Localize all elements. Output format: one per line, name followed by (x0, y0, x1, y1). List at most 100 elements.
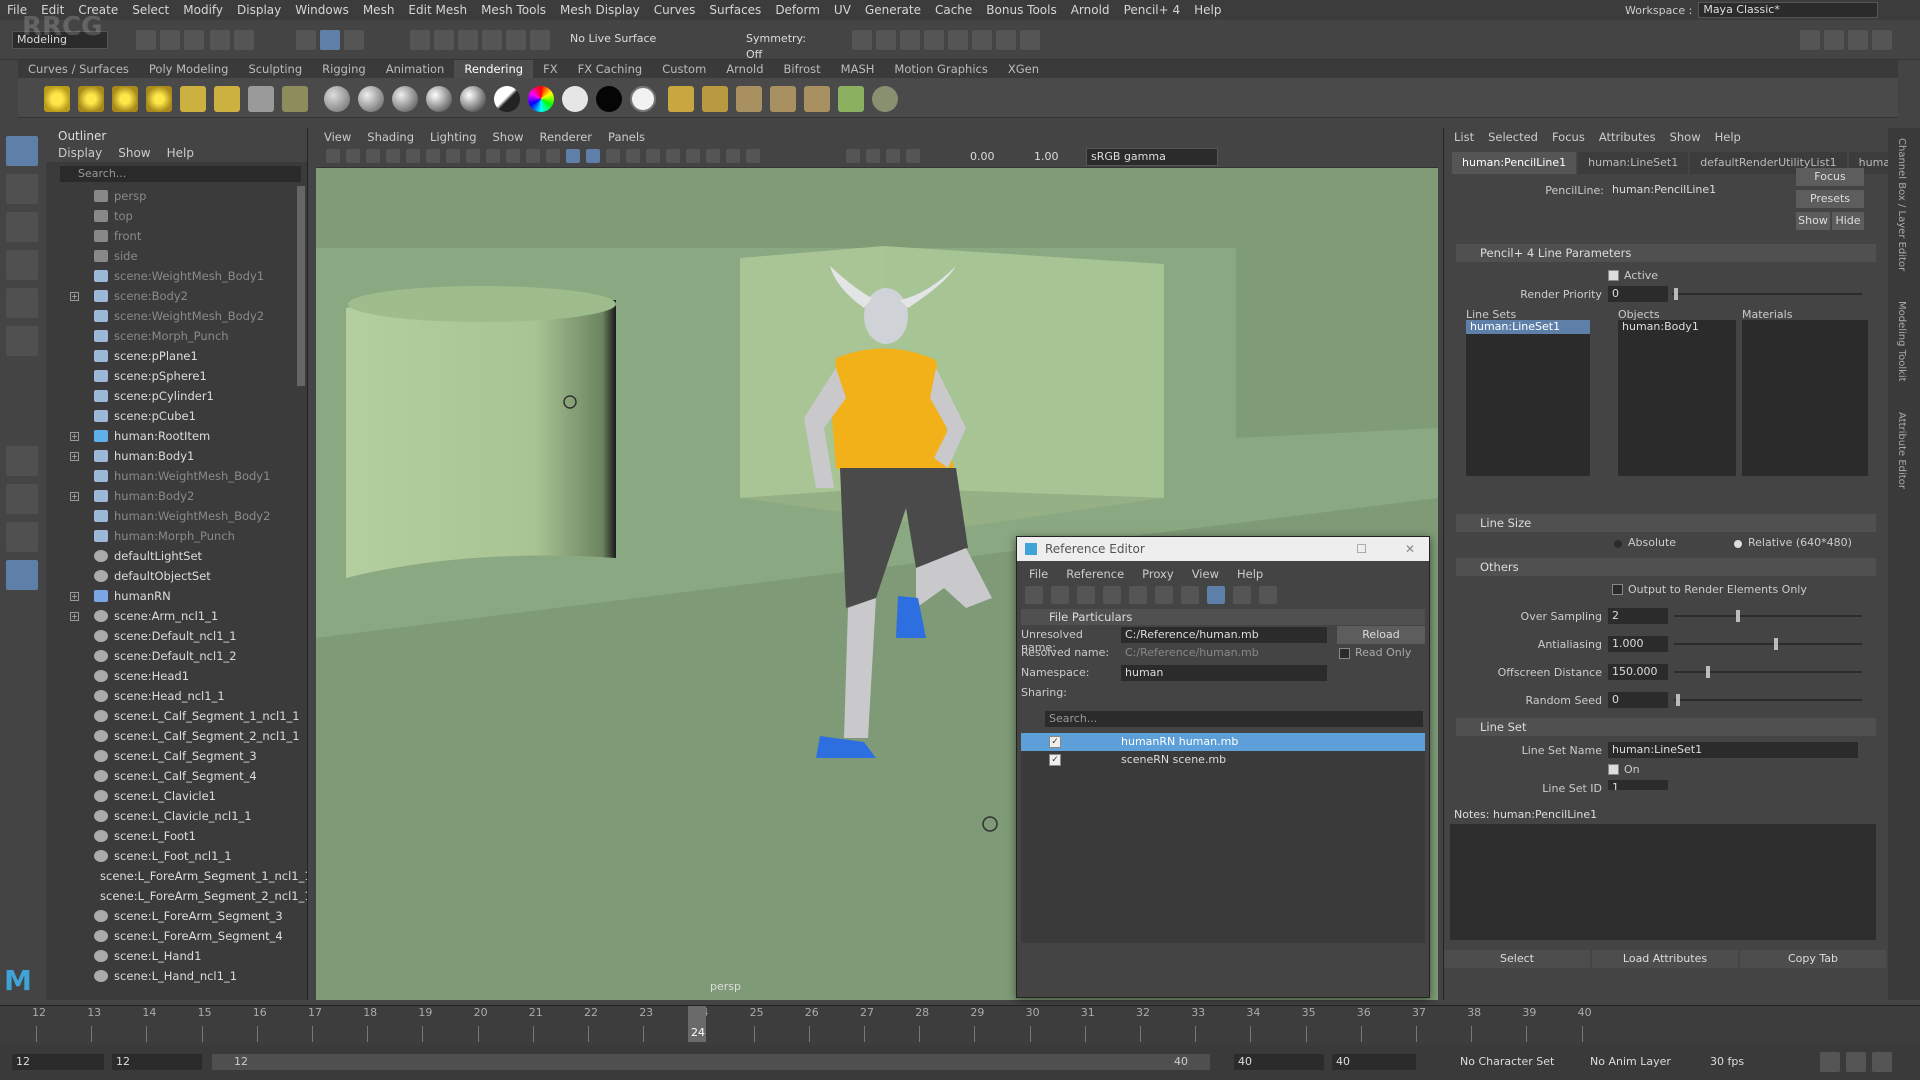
viewport-tool-icon[interactable] (626, 149, 640, 163)
point-light-icon[interactable] (112, 86, 138, 112)
attribute-toggle-icon[interactable] (1848, 30, 1868, 50)
ae-menu-list[interactable]: List (1454, 128, 1474, 146)
render-setup-icon[interactable] (972, 30, 992, 50)
list-view-icon[interactable] (1207, 586, 1225, 604)
open-scene-icon[interactable] (160, 30, 180, 50)
outliner-row[interactable]: scene:WeightMesh_Body1 (46, 266, 307, 286)
reference-loaded-checkbox[interactable]: ✓ (1049, 736, 1061, 748)
viewport-menu-panels[interactable]: Panels (600, 128, 653, 146)
viewport-tool-icon[interactable] (566, 149, 580, 163)
viewport-tool-icon[interactable] (646, 149, 660, 163)
sound-icon[interactable] (1846, 1052, 1866, 1072)
reference-row[interactable]: ✓ humanRN human.mb (1021, 733, 1425, 751)
shelf-tab-animation[interactable]: Animation (376, 60, 455, 78)
viewport-tool-icon[interactable] (486, 149, 500, 163)
viewport-tool-icon[interactable] (526, 149, 540, 163)
select-button[interactable]: Select (1444, 950, 1590, 968)
ae-menu-attributes[interactable]: Attributes (1599, 128, 1656, 146)
viewport-tool-icon[interactable] (866, 149, 880, 163)
menu-mesh-display[interactable]: Mesh Display (553, 3, 647, 17)
toolkit-toggle-icon[interactable] (1824, 30, 1844, 50)
outliner-scrollbar[interactable] (297, 186, 305, 386)
viewport-tool-icon[interactable] (366, 149, 380, 163)
outliner-row[interactable]: scene:pCylinder1 (46, 386, 307, 406)
on-checkbox[interactable] (1608, 764, 1619, 775)
shelf-tab-xgen[interactable]: XGen (998, 60, 1049, 78)
viewport-tool-icon[interactable] (726, 149, 740, 163)
outliner-row[interactable]: scene:L_Clavicle_ncl1_1 (46, 806, 307, 826)
shading-map-icon[interactable] (630, 86, 656, 112)
viewport-tool-icon[interactable] (406, 149, 420, 163)
viewport-tool-icon[interactable] (706, 149, 720, 163)
render-pass-icon[interactable] (804, 86, 830, 112)
menu-modify[interactable]: Modify (176, 3, 230, 17)
menu-arnold[interactable]: Arnold (1064, 3, 1117, 17)
ambient-light-icon[interactable] (78, 86, 104, 112)
viewport-tool-icon[interactable] (686, 149, 700, 163)
outliner-row[interactable]: scene:Default_ncl1_1 (46, 626, 307, 646)
section-line-set[interactable]: Line Set (1456, 718, 1876, 736)
load-reference-icon[interactable] (1025, 586, 1043, 604)
menu-mesh-tools[interactable]: Mesh Tools (474, 3, 553, 17)
select-tool-icon[interactable] (6, 136, 38, 166)
detail-view-icon[interactable] (1233, 586, 1251, 604)
ae-menu-help[interactable]: Help (1715, 128, 1741, 146)
side-tab[interactable]: Channel Box / Layer Editor (1896, 138, 1907, 271)
undo-icon[interactable] (210, 30, 230, 50)
menu-edit-mesh[interactable]: Edit Mesh (401, 3, 474, 17)
workspace-selector[interactable]: Workspace : Maya Classic* (1625, 2, 1900, 18)
four-view-icon[interactable] (6, 484, 38, 514)
refed-menu-file[interactable]: File (1029, 565, 1048, 583)
outliner-row[interactable]: + scene:Arm_ncl1_1 (46, 606, 307, 626)
viewport-tool-icon[interactable] (886, 149, 900, 163)
viewport-tool-icon[interactable] (466, 149, 480, 163)
oversampling-field[interactable]: 2 (1608, 608, 1668, 624)
menu-pencil-4[interactable]: Pencil+ 4 (1117, 3, 1188, 17)
viewport-tool-icon[interactable] (506, 149, 520, 163)
outliner-row[interactable]: scene:pCube1 (46, 406, 307, 426)
spot-light-icon[interactable] (146, 86, 172, 112)
viewport-menu-shading[interactable]: Shading (359, 128, 422, 146)
menu-deform[interactable]: Deform (768, 3, 827, 17)
menu-help[interactable]: Help (1187, 3, 1228, 17)
notes-textarea[interactable] (1450, 824, 1876, 940)
reference-loaded-checkbox[interactable]: ✓ (1049, 754, 1061, 766)
presets-button[interactable]: Presets (1796, 190, 1864, 208)
menu-mesh[interactable]: Mesh (356, 3, 402, 17)
outliner-row[interactable]: scene:pSphere1 (46, 366, 307, 386)
shelf-tab-sculpting[interactable]: Sculpting (238, 60, 312, 78)
outliner-row[interactable]: scene:L_ForeArm_Segment_3 (46, 906, 307, 926)
character-set-dropdown[interactable]: No Character Set (1456, 1054, 1566, 1070)
key-settings-icon[interactable] (1872, 1052, 1892, 1072)
range-start-field[interactable]: 12 (112, 1054, 202, 1070)
sidebar-toggle-icon[interactable] (1800, 30, 1820, 50)
reference-search-input[interactable]: Search... (1045, 711, 1423, 727)
section-line-size[interactable]: Line Size (1456, 514, 1876, 532)
viewport-menu-renderer[interactable]: Renderer (532, 128, 601, 146)
file-info-icon[interactable] (1259, 586, 1277, 604)
render-sequence-icon[interactable] (736, 86, 762, 112)
shelf-tab-bifrost[interactable]: Bifrost (774, 60, 831, 78)
snap-surface-icon[interactable] (506, 30, 526, 50)
pencil-settings-icon[interactable] (872, 86, 898, 112)
relative-radio[interactable] (1734, 540, 1742, 548)
render-priority-field[interactable]: 0 (1608, 286, 1668, 302)
shelf-tab-motion-graphics[interactable]: Motion Graphics (884, 60, 997, 78)
layered-shader-icon[interactable] (528, 86, 554, 112)
active-checkbox[interactable] (1608, 270, 1619, 281)
offscreen-slider[interactable] (1674, 671, 1862, 673)
lambert-icon[interactable] (324, 86, 350, 112)
outliner-row[interactable]: scene:L_Hand1 (46, 946, 307, 966)
anim-layer-dropdown[interactable]: No Anim Layer (1586, 1054, 1686, 1070)
viewport-tool-icon[interactable] (746, 149, 760, 163)
viewport-menu-show[interactable]: Show (485, 128, 532, 146)
linesetname-field[interactable]: human:LineSet1 (1608, 742, 1858, 758)
viewport-tool-icon[interactable] (546, 149, 560, 163)
anisotropic-icon[interactable] (460, 86, 486, 112)
menu-select[interactable]: Select (125, 3, 176, 17)
viewport-tool-icon[interactable] (906, 149, 920, 163)
node-name-field[interactable]: human:PencilLine1 (1608, 182, 1758, 198)
expand-icon[interactable]: + (70, 291, 79, 301)
section-others[interactable]: Others (1456, 558, 1876, 576)
menu-bonus-tools[interactable]: Bonus Tools (979, 3, 1063, 17)
